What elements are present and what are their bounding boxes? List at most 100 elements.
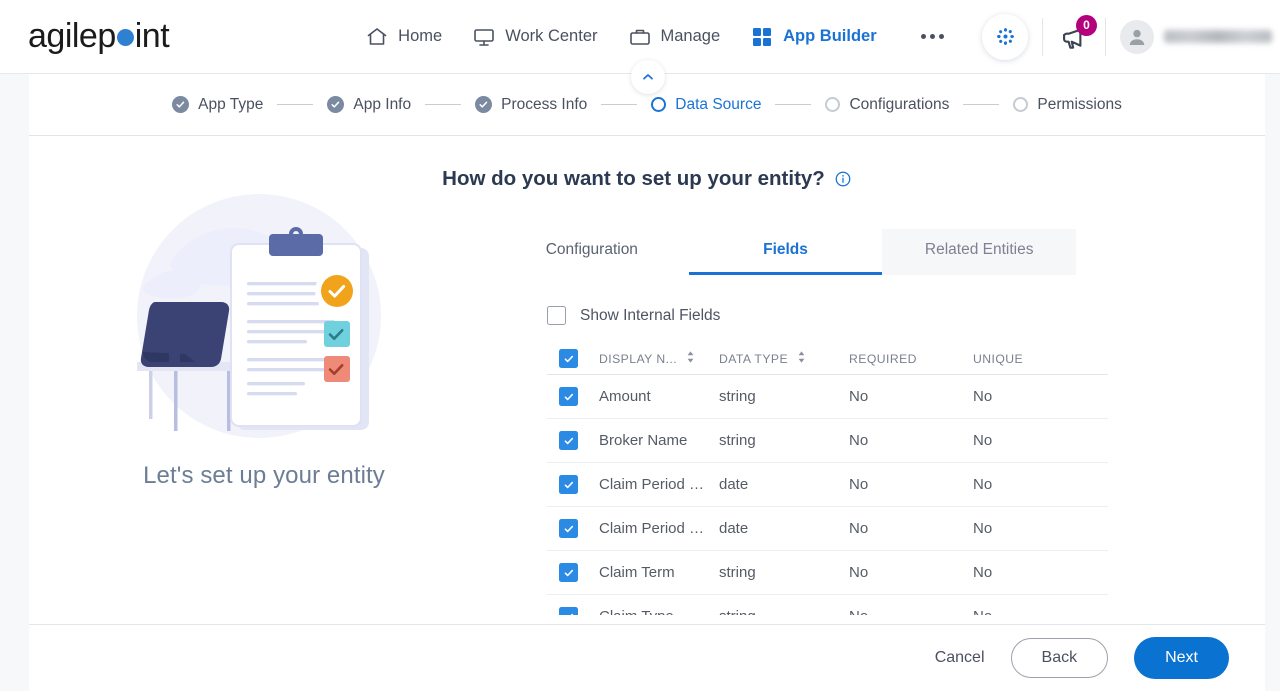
column-header-display-name[interactable]: DISPLAY N... [599,351,719,366]
cell-required: No [849,388,869,405]
column-header-data-type[interactable]: DATA TYPE [719,351,849,366]
step-connector [601,103,638,106]
step-permissions-label: Permissions [1037,95,1122,113]
column-header-unique: UNIQUE [973,352,1093,366]
column-header-required: REQUIRED [849,352,973,366]
cancel-button[interactable]: Cancel [935,649,985,667]
row-checkbox[interactable] [559,431,578,450]
step-configurations[interactable]: Configurations [825,96,949,114]
check-icon [475,96,493,113]
circle-icon [651,97,667,112]
column-header-unique-label: UNIQUE [973,351,1024,366]
divider-1 [1042,17,1043,56]
sort-icon[interactable] [797,351,806,366]
nav-item-work-center[interactable]: Work Center [472,25,598,49]
fields-table: DISPLAY N... DATA TYPE REQUIRED UNIQUE A… [547,343,1108,615]
cell-unique: No [973,564,993,581]
table-row[interactable]: Claim Period … date No No [547,507,1108,551]
step-connector [963,103,1000,106]
row-checkbox[interactable] [559,607,578,615]
circle-icon [1013,97,1029,112]
nav-item-work-center-label: Work Center [505,27,598,45]
back-button[interactable]: Back [1010,638,1109,678]
step-process-info[interactable]: Process Info [475,96,587,114]
cell-display-name: Broker Name [599,432,688,449]
step-process-info-label: Process Info [501,95,588,113]
step-data-source[interactable]: Data Source [651,96,761,114]
wizard-footer: Cancel Back Next [29,624,1265,691]
check-icon [172,96,190,113]
tab-configuration[interactable]: Configuration [495,229,689,275]
chevron-up-icon [643,74,653,80]
cell-data-type: string [719,564,756,581]
cell-required: No [849,564,869,581]
main-content-card: How do you want to set up your entity? L… [29,136,1265,691]
row-checkbox[interactable] [559,563,578,582]
fields-table-body: Amount string No No Broker Name string N… [547,375,1108,615]
step-app-type-label: App Type [198,95,264,113]
cell-required: No [849,520,869,537]
nav-item-app-builder[interactable]: App Builder [750,25,877,49]
step-data-source-label: Data Source [675,95,762,113]
step-permissions[interactable]: Permissions [1013,95,1122,114]
info-icon[interactable] [834,170,852,188]
home-icon [365,25,389,49]
table-row[interactable]: Claim Term string No No [547,551,1108,595]
row-checkbox[interactable] [559,387,578,406]
logo-text-part2: int [134,17,170,55]
select-all-checkbox[interactable] [559,349,578,368]
cell-data-type: date [719,476,749,493]
tab-related-entities[interactable]: Related Entities [882,229,1077,275]
cell-data-type: string [719,608,849,615]
table-row[interactable]: Claim Period … date No No [547,463,1108,507]
entity-setup-panel: How do you want to set up your entity? L… [29,136,1265,624]
cell-display-name: Claim Term [599,564,675,581]
step-configurations-label: Configurations [849,95,950,113]
step-connector [775,103,812,106]
nav-item-manage[interactable]: Manage [628,25,720,49]
tab-fields[interactable]: Fields [688,229,883,275]
show-internal-fields-checkbox[interactable] [547,306,566,325]
sort-icon[interactable] [686,351,695,366]
announcements-button[interactable]: 0 [1057,14,1097,54]
nav-item-home[interactable]: Home [365,25,442,49]
table-row[interactable]: Claim Type string No No [547,595,1108,615]
top-right-actions: 0 [976,0,1280,73]
nav-overflow-menu-icon[interactable] [920,34,944,39]
swirl-icon[interactable] [982,13,1028,60]
table-row[interactable]: Amount string No No [547,375,1108,419]
table-row[interactable]: Broker Name string No No [547,419,1108,463]
cell-display-name: Claim Period … [599,476,705,493]
cell-data-type: date [719,520,749,537]
row-checkbox[interactable] [559,519,578,538]
step-app-info[interactable]: App Info [327,96,411,114]
user-name-label [1164,30,1272,43]
main-nav: Home Work Center Manage App Builder [365,25,944,49]
cell-data-type: string [719,388,756,405]
entity-setup-illustration [137,194,381,438]
show-internal-fields-label: Show Internal Fields [580,306,721,324]
cell-display-name: Amount [599,388,651,405]
next-button[interactable]: Next [1134,637,1229,679]
select-all-cell [547,349,599,368]
illustration-caption: Let's set up your entity [143,462,385,489]
cell-unique: No [973,476,993,493]
agilepoint-logo[interactable]: agilep int [28,17,170,56]
entity-tabs-panel: Configuration Fields Related Entities Sh… [495,229,1108,615]
cell-display-name: Claim Type [599,608,719,615]
row-select-cell [547,607,599,615]
cell-unique: No [973,432,993,449]
row-select-cell [547,431,599,450]
step-app-info-label: App Info [353,95,412,113]
step-app-type[interactable]: App Type [172,96,263,114]
step-connector [425,103,462,106]
cell-unique: No [973,388,993,405]
user-profile[interactable] [1120,19,1272,54]
show-internal-fields-row: Show Internal Fields [547,306,1095,325]
illustration-pane: Let's set up your entity [29,176,499,492]
row-select-cell [547,563,599,582]
row-select-cell [547,387,599,406]
row-checkbox[interactable] [559,475,578,494]
collapse-header-button[interactable] [631,60,665,94]
column-header-required-label: REQUIRED [849,351,917,366]
